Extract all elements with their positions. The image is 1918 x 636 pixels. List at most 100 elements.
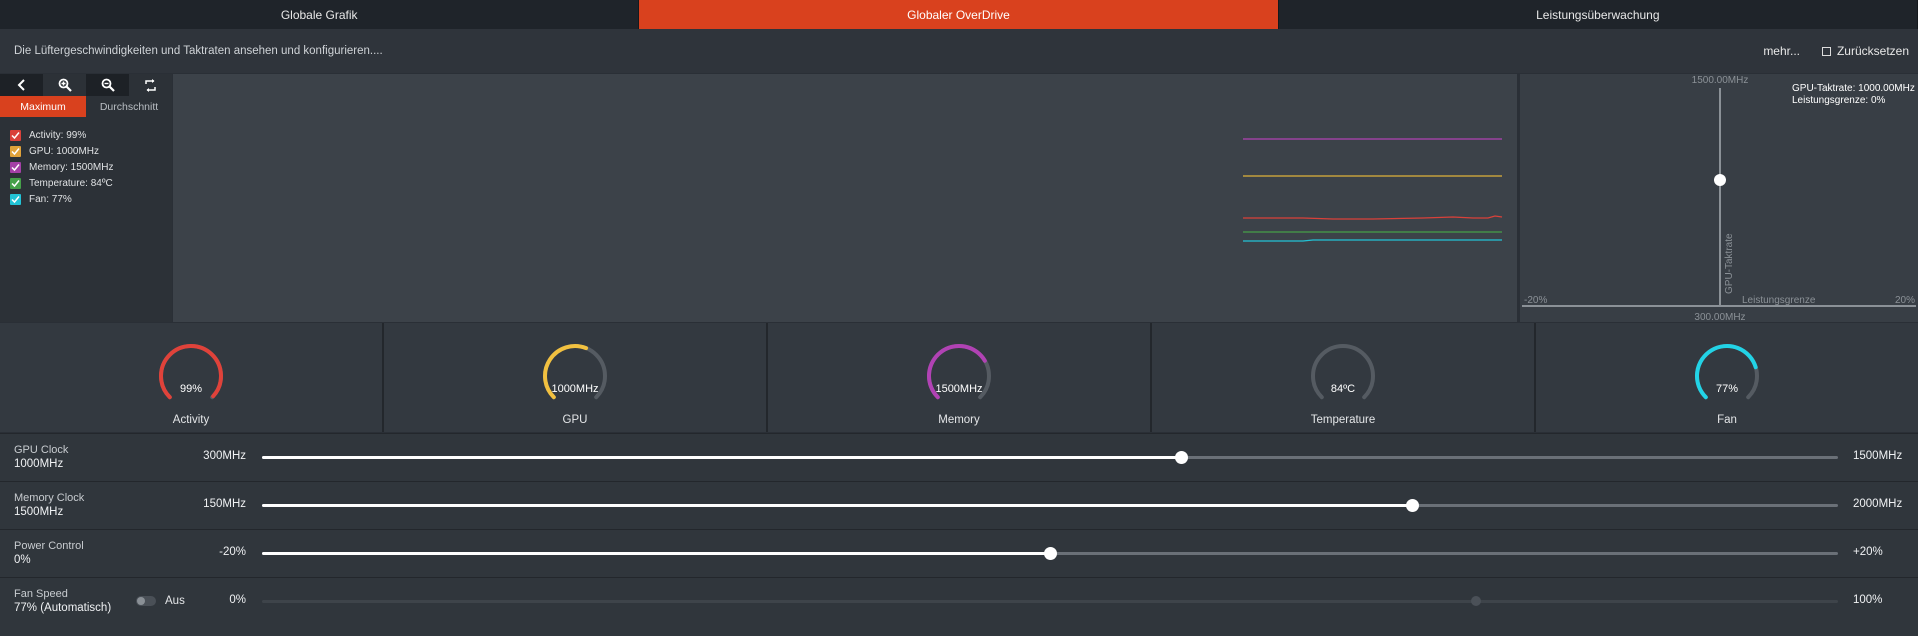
gpu-clock-max: 1500MHz [1853, 450, 1903, 462]
plot-right-label: 20% [1895, 295, 1915, 306]
tab-globaler-overdrive[interactable]: Globaler OverDrive [639, 0, 1279, 29]
slider-thumb[interactable] [1174, 451, 1188, 464]
graph-controls-panel: Maximum Durchschnitt Activity: 99% GPU: … [0, 74, 172, 322]
gauge-dial [1311, 344, 1375, 400]
memory-clock-max: 2000MHz [1853, 498, 1903, 510]
legend-item-temperature[interactable]: Temperature: 84ºC [0, 175, 172, 191]
fan-speed-slider[interactable] [262, 596, 1838, 606]
graph-toolbar [0, 74, 172, 96]
gauge-dial [159, 344, 223, 400]
slider-fill [262, 552, 1050, 555]
power-control-slider[interactable] [262, 547, 1838, 560]
legend-item-gpu[interactable]: GPU: 1000MHz [0, 143, 172, 159]
checkbox-checked-icon [10, 145, 21, 157]
plot-handle[interactable] [1714, 174, 1726, 186]
power-control-row: Power Control 0% -20% +20% [0, 529, 1918, 577]
fan-series-line [1243, 239, 1502, 242]
slider-thumb[interactable] [1044, 547, 1057, 560]
graph-legend: Activity: 99% GPU: 1000MHz Memory: 1500M… [0, 127, 172, 207]
gpu-clock-row: GPU Clock 1000MHz 300MHz 1500MHz [0, 433, 1918, 481]
power-control-min: -20% [219, 546, 246, 558]
activity-series-line [1243, 215, 1503, 220]
clock-power-plot-canvas: 1500.00MHz 300.00MHz -20% 20% Leistungsg… [1522, 75, 1916, 323]
gauge-name: Fan [1717, 414, 1737, 426]
sub-header: Die Lüftergeschwindigkeiten und Taktrate… [0, 29, 1918, 73]
gauge-memory: 1500MHz Memory [768, 323, 1150, 432]
bottom-bar [0, 623, 1918, 636]
gauge-temperature: 84ºC Temperature [1152, 323, 1534, 432]
gpu-clock-value: 1000MHz [14, 458, 64, 470]
memory-clock-title: Memory Clock [14, 492, 85, 504]
checkbox-checked-icon [10, 161, 21, 173]
fan-speed-min: 0% [229, 594, 246, 606]
mode-selector: Maximum Durchschnitt [0, 96, 172, 117]
plot-info-power: Leistungsgrenze: 0% [1792, 95, 1886, 106]
tab-bar: Globale Grafik Globaler OverDrive Leistu… [0, 0, 1918, 29]
legend-item-activity[interactable]: Activity: 99% [0, 127, 172, 143]
gauge-gpu: 1000MHz GPU [384, 323, 766, 432]
plot-bottom-label: 300.00MHz [1694, 312, 1745, 322]
checkbox-checked-icon [10, 129, 21, 141]
memory-clock-min: 150MHz [203, 498, 246, 510]
gauge-dial [927, 343, 991, 400]
gpu-clock-title: GPU Clock [14, 444, 69, 456]
fan-speed-max: 100% [1853, 594, 1883, 606]
memory-clock-row: Memory Clock 1500MHz 150MHz 2000MHz [0, 481, 1918, 529]
slider-fill [262, 504, 1413, 507]
checkbox-checked-icon [10, 177, 21, 189]
gauge-name: Temperature [1310, 414, 1376, 426]
gauge-row: 99% Activity 1000MHz GPU 1500MHz Memory … [0, 323, 1918, 432]
activity-graph[interactable] [173, 74, 1517, 322]
tab-leistungsueberwachung[interactable]: Leistungsüberwachung [1279, 0, 1918, 29]
page-description: Die Lüftergeschwindigkeiten und Taktrate… [14, 45, 383, 57]
gauge-value: 99% [179, 383, 203, 395]
legend-label: GPU: 1000MHz [29, 145, 100, 157]
fan-speed-toggle[interactable] [136, 596, 156, 606]
gauge-name: Memory [938, 414, 980, 426]
slider-thumb[interactable] [1470, 596, 1481, 606]
refresh-button[interactable] [129, 74, 172, 96]
gauge-name: GPU [562, 414, 588, 426]
more-link[interactable]: mehr... [1763, 44, 1800, 58]
legend-item-fan[interactable]: Fan: 77% [0, 191, 172, 207]
gpu-clock-slider[interactable] [262, 451, 1838, 464]
gauge-value: 1000MHz [551, 383, 599, 395]
power-control-value: 0% [14, 554, 31, 566]
legend-label: Temperature: 84ºC [29, 177, 113, 189]
legend-label: Activity: 99% [29, 129, 87, 141]
mode-maximum-button[interactable]: Maximum [0, 96, 86, 117]
reset-icon [1821, 46, 1831, 56]
zoom-out-icon [101, 78, 115, 92]
plot-top-label: 1500.00MHz [1692, 75, 1749, 86]
legend-label: Fan: 77% [29, 193, 72, 205]
power-control-title: Power Control [14, 540, 84, 552]
gauge-name: Activity [172, 414, 210, 426]
slider-fill [262, 456, 1181, 459]
zoom-out-button[interactable] [86, 74, 129, 96]
zoom-in-button[interactable] [43, 74, 86, 96]
gpu-clock-min: 300MHz [203, 450, 246, 462]
slider-thumb[interactable] [1406, 499, 1420, 512]
memory-clock-slider[interactable] [262, 499, 1838, 512]
back-icon [17, 79, 25, 91]
gauge-dial [543, 344, 607, 400]
fan-speed-toggle-label: Aus [165, 595, 185, 607]
gauge-value: 84ºC [1330, 383, 1356, 395]
legend-label: Memory: 1500MHz [29, 161, 114, 173]
gauge-activity: 99% Activity [0, 323, 382, 432]
power-control-max: +20% [1853, 546, 1883, 558]
checkbox-checked-icon [10, 193, 21, 205]
plot-info-clock: GPU-Taktrate: 1000.00MHz [1792, 83, 1915, 94]
gauge-value: 1500MHz [935, 383, 983, 395]
tab-globale-grafik[interactable]: Globale Grafik [0, 0, 640, 29]
clock-power-plot[interactable]: 1500.00MHz 300.00MHz -20% 20% Leistungsg… [1520, 74, 1918, 323]
gauge-dial [1695, 344, 1759, 400]
back-button[interactable] [0, 74, 43, 96]
activity-graph-canvas [1243, 138, 1503, 242]
zoom-in-icon [58, 78, 72, 92]
legend-item-memory[interactable]: Memory: 1500MHz [0, 159, 172, 175]
mode-average-button[interactable]: Durchschnitt [86, 96, 172, 117]
toggle-knob [137, 597, 145, 605]
fan-speed-title: Fan Speed [14, 588, 68, 600]
reset-button[interactable]: Zurücksetzen [1821, 44, 1909, 58]
